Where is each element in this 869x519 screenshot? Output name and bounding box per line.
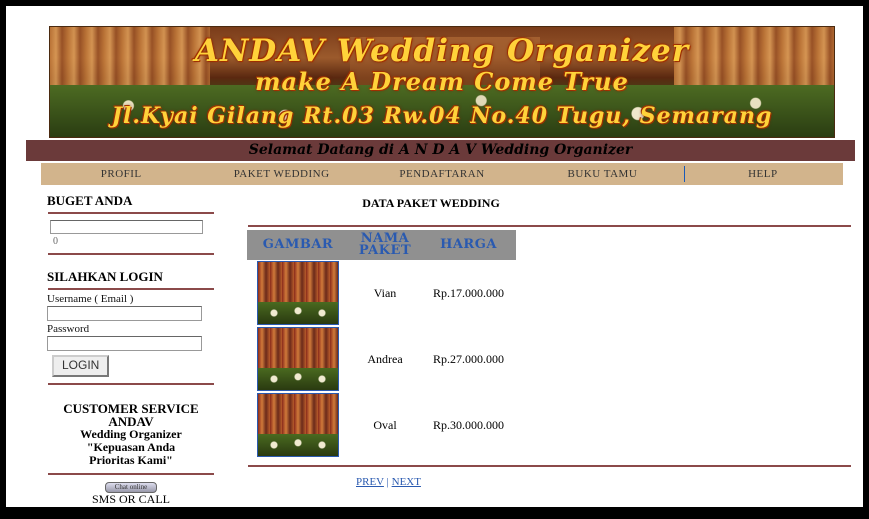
package-table: GAMBAR NAMA PAKET HARGA Vian Rp.17.000.0… <box>247 230 516 458</box>
pagination: PREV | NEXT <box>356 476 421 488</box>
divider <box>48 288 214 290</box>
divider <box>248 225 851 227</box>
table-row: Oval Rp.30.000.000 <box>247 392 516 458</box>
package-price: Rp.17.000.000 <box>432 285 504 300</box>
page-title: DATA PAKET WEDDING <box>362 196 500 210</box>
package-thumbnail[interactable] <box>257 327 339 391</box>
cs-motto-line2: Prioritas Kami" <box>89 453 173 467</box>
password-label: Password <box>47 323 90 335</box>
package-thumbnail[interactable] <box>257 261 339 325</box>
nav-item-pendaftaran[interactable]: PENDAFTARAN <box>362 168 522 180</box>
table-row: Vian Rp.17.000.000 <box>247 260 516 326</box>
package-name: Vian <box>373 285 397 300</box>
divider <box>48 473 214 475</box>
package-price: Rp.27.000.000 <box>432 351 504 366</box>
col-header-gambar: GAMBAR <box>247 230 349 260</box>
sidebar: BUGET ANDA 0 SILAHKAN LOGIN Username ( E… <box>42 188 220 519</box>
text-cursor <box>684 166 685 182</box>
banner-address: Jl.Kyai Gilang Rt.03 Rw.04 No.40 Tugu, S… <box>111 103 773 129</box>
col-header-nama-paket: NAMA PAKET <box>349 230 421 260</box>
banner-tagline: make A Dream Come True <box>255 67 629 96</box>
budget-value: 0 <box>50 234 203 250</box>
main-nav: PROFIL PAKET WEDDING PENDAFTARAN BUKU TA… <box>41 163 843 185</box>
nav-item-paket-wedding[interactable]: PAKET WEDDING <box>201 168 361 180</box>
nav-item-help[interactable]: HELP <box>683 168 843 180</box>
nav-item-buku-tamu[interactable]: BUKU TAMU <box>522 168 682 180</box>
table-row: Andrea Rp.27.000.000 <box>247 326 516 392</box>
header-banner: ANDAV Wedding Organizer make A Dream Com… <box>49 26 835 138</box>
username-input[interactable] <box>47 306 202 321</box>
divider <box>248 465 851 467</box>
package-name: Andrea <box>367 351 403 366</box>
nav-item-profil[interactable]: PROFIL <box>41 168 201 180</box>
login-button[interactable]: LOGIN <box>52 355 110 377</box>
hp-number: HP:085741243336 <box>85 505 177 519</box>
divider <box>48 253 214 255</box>
budget-input-top[interactable] <box>50 220 203 234</box>
welcome-bar: Selamat Datang di A N D A V Wedding Orga… <box>26 140 855 161</box>
divider <box>48 383 214 385</box>
package-name: Oval <box>373 417 397 432</box>
pager-separator: | <box>386 476 389 488</box>
prev-link[interactable]: PREV <box>356 476 384 488</box>
package-thumbnail[interactable] <box>257 393 339 457</box>
divider <box>48 212 214 214</box>
banner-title: ANDAV Wedding Organizer <box>194 33 690 69</box>
next-link[interactable]: NEXT <box>392 476 421 488</box>
username-label: Username ( Email ) <box>47 293 134 305</box>
page: ANDAV Wedding Organizer make A Dream Com… <box>6 6 863 519</box>
login-heading: SILAHKAN LOGIN <box>47 269 163 284</box>
budget-heading: BUGET ANDA <box>47 193 133 208</box>
package-price: Rp.30.000.000 <box>432 417 504 432</box>
col-header-harga: HARGA <box>421 230 516 260</box>
password-input[interactable] <box>47 336 202 351</box>
